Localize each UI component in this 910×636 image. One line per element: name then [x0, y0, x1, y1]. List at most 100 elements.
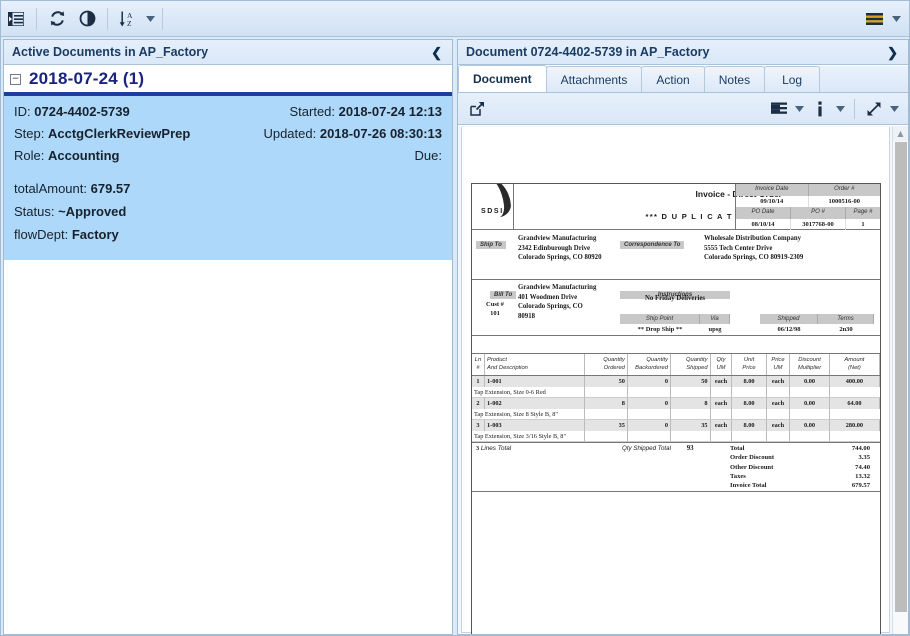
- list-group-header[interactable]: − 2018-07-24 (1): [4, 66, 452, 94]
- row-qty-um: each: [711, 376, 733, 387]
- sort-az-icon: A Z: [119, 10, 137, 28]
- invoice-spacer-band: [472, 336, 880, 354]
- ship-point-grid-values: ** Drop Ship ** upsg: [620, 324, 730, 335]
- scrollbar-thumb[interactable]: [895, 142, 907, 612]
- row-amount: 400.00: [830, 376, 880, 387]
- row-qty-um: each: [711, 398, 733, 409]
- row-ln: 2: [472, 398, 485, 409]
- ship-point-grid: Ship Point Via ** Drop Ship ** upsg: [620, 314, 730, 335]
- toolbar-separator-2: [107, 8, 108, 30]
- terms-label: Terms: [818, 314, 874, 324]
- row-unit-price: 8.00: [732, 420, 766, 431]
- line-item-description-row: Tap Extension, Size 3/16 Style B, 8": [472, 431, 880, 442]
- ship-to-street: 2342 Edinburough Drive: [518, 244, 601, 254]
- via-value: upsg: [700, 324, 730, 335]
- refresh-button[interactable]: [42, 6, 72, 32]
- col-discount: Discount Multiplier: [790, 354, 830, 375]
- line-item-row: 3 1-003 35 0 35 each 8.00 each 0.00 280.…: [472, 420, 880, 431]
- row-ln: 3: [472, 420, 485, 431]
- correspondence-to-address: Wholesale Distribution Company 5555 Tech…: [704, 234, 803, 263]
- main-menu-button[interactable]: [859, 6, 889, 32]
- col-product-l1: Product: [487, 357, 582, 365]
- lines-count: 3: [476, 445, 479, 452]
- viewer-info-dropdown-button[interactable]: [833, 97, 848, 121]
- expand-right-panel-button[interactable]: ❯: [885, 46, 900, 59]
- document-viewer: SDSI Invoice - Direct Order *** D U P L …: [458, 126, 908, 634]
- header-grid-row-values-1: 09/10/14 1000516-00: [736, 196, 880, 208]
- toggle-list-pane-button[interactable]: [1, 6, 31, 32]
- shipped-terms-grid-values: 06/12/98 2n30: [760, 324, 874, 335]
- open-external-button[interactable]: [464, 97, 490, 121]
- col-qty-um-l2: UM: [713, 365, 730, 373]
- col-amount-l1: Amount: [832, 357, 877, 365]
- col-backordered-l2: Backordered: [630, 365, 668, 373]
- tab-log[interactable]: Log: [764, 66, 820, 92]
- group-collapse-toggle[interactable]: −: [10, 74, 21, 85]
- row-ordered: 50: [585, 376, 628, 387]
- viewer-list-button[interactable]: [766, 97, 792, 121]
- logo-text: SDSI: [481, 208, 504, 215]
- row-unit-price: 8.00: [732, 398, 766, 409]
- header-grid-row-labels-2: PO Date PO # Page #: [736, 207, 880, 219]
- line-item-row: 1 1-001 50 0 50 each 8.00 each 0.00 400.…: [472, 376, 880, 387]
- tab-action[interactable]: Action: [641, 66, 704, 92]
- group-date-label: 2018-07-24 (1): [29, 69, 144, 89]
- invoice-total-value: 679.57: [852, 481, 870, 490]
- ship-to-city: Colorado Springs, CO 80920: [518, 253, 601, 263]
- ship-to-name: Grandview Manufacturing: [518, 234, 601, 244]
- address-band-1: Ship To Grandview Manufacturing 2342 Edi…: [472, 230, 880, 280]
- sort-button[interactable]: A Z: [113, 6, 143, 32]
- document-total-amount-field: totalAmount: 679.57: [14, 177, 442, 200]
- other-discount-label: Other Discount: [730, 463, 773, 472]
- col-ln: Ln #: [472, 354, 485, 375]
- tab-notes-label: Notes: [719, 73, 750, 87]
- invoice-page-blank-area: [472, 492, 880, 634]
- document-due-label: Due:: [415, 148, 442, 163]
- viewer-list-dropdown-button[interactable]: [792, 97, 807, 121]
- collapse-left-panel-button[interactable]: ❮: [429, 46, 444, 59]
- viewer-info-button[interactable]: [807, 97, 833, 121]
- other-discount-value: 74.40: [855, 463, 870, 472]
- invoice-page: SDSI Invoice - Direct Order *** D U P L …: [471, 183, 881, 634]
- row-backordered: 0: [628, 376, 671, 387]
- sort-dropdown-button[interactable]: [143, 6, 157, 32]
- row-product: 1-001: [485, 376, 585, 387]
- bill-to-city: Colorado Springs, CO: [518, 302, 596, 312]
- col-shipped-l2: Shipped: [673, 365, 708, 373]
- cust-value: 101: [476, 309, 514, 318]
- customer-number: Cust # 101: [476, 300, 514, 318]
- total-amount-value: 679.57: [91, 181, 131, 196]
- document-updated-field: Updated: 2018-07-26 08:30:13: [263, 123, 442, 145]
- tab-document[interactable]: Document: [458, 65, 547, 92]
- row-amount: 280.00: [830, 420, 880, 431]
- tab-notes[interactable]: Notes: [704, 66, 765, 92]
- main-menu-dropdown-button[interactable]: [889, 6, 903, 32]
- fit-page-dropdown-button[interactable]: [887, 97, 902, 121]
- viewer-scrollbar[interactable]: ▲: [892, 126, 908, 634]
- list-view-icon: [771, 102, 787, 115]
- document-role-field: Role: Accounting: [14, 145, 119, 167]
- document-custom-fields: totalAmount: 679.57 Status: ~Approved fl…: [14, 177, 442, 246]
- scroll-up-button[interactable]: ▲: [893, 126, 908, 141]
- instructions-value: No Friday Deliveries: [620, 295, 730, 302]
- document-updated-value: 2018-07-26 08:30:13: [320, 126, 442, 141]
- row-product: 1-003: [485, 420, 585, 431]
- contrast-button[interactable]: [72, 6, 102, 32]
- invoice-header-grid: Invoice Date Order # 09/10/14 1000516-00…: [735, 184, 880, 230]
- main-toolbar: A Z: [1, 1, 909, 37]
- col-ordered-l2: Ordered: [587, 365, 625, 373]
- fit-page-button[interactable]: [861, 97, 887, 121]
- correspondence-to-street: 5555 Tech Center Drive: [704, 244, 803, 254]
- row-description: Tap Extension, Size 8 Style B, 8": [472, 409, 585, 420]
- chevron-down-icon: [892, 16, 901, 22]
- row-ordered: 8: [585, 398, 628, 409]
- row-discount: 0.00: [790, 398, 830, 409]
- tab-attachments[interactable]: Attachments: [546, 66, 643, 92]
- list-item[interactable]: ID: 0724-4402-5739 Started: 2018-07-24 1…: [4, 94, 452, 260]
- terms-value: 2n30: [818, 324, 874, 335]
- ship-point-grid-labels: Ship Point Via: [620, 314, 730, 324]
- correspondence-to-name: Wholesale Distribution Company: [704, 234, 803, 244]
- taxes-value: 13.32: [855, 472, 870, 481]
- tab-attachments-label: Attachments: [561, 73, 628, 87]
- page-no-value: 1: [846, 219, 880, 231]
